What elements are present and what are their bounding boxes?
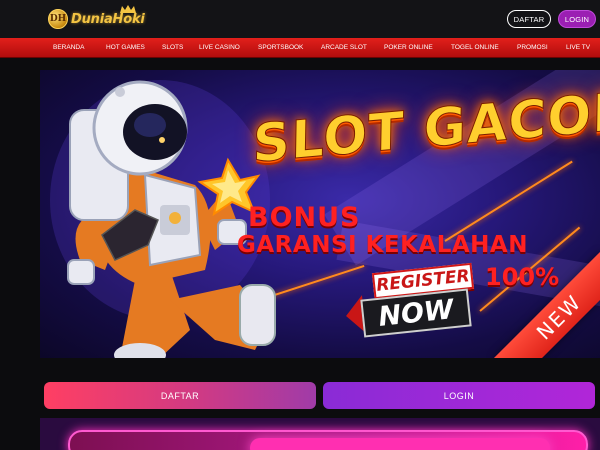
logo[interactable]: DH DuniaHoki: [48, 5, 145, 30]
nav-item-slots[interactable]: SLOTS: [162, 38, 183, 58]
nav-item-live-casino[interactable]: LIVE CASINO: [199, 38, 240, 58]
logo-badge-icon: DH: [48, 9, 68, 29]
neon-glow-bar: [250, 438, 550, 450]
nav-item-beranda[interactable]: BERANDA: [53, 38, 84, 58]
new-ribbon-label: NEW: [531, 289, 587, 345]
header-daftar-button[interactable]: DAFTAR: [507, 10, 551, 28]
astronaut-illustration: [50, 80, 276, 358]
daftar-button[interactable]: DAFTAR: [44, 382, 316, 409]
main-nav: BERANDA HOT GAMES SLOTS LIVE CASINO SPOR…: [0, 38, 600, 58]
banner-percent-text: 100%: [485, 263, 560, 291]
header-login-button[interactable]: LOGIN: [558, 10, 596, 28]
site-header: DH DuniaHoki DAFTAR LOGIN: [0, 0, 600, 38]
login-button[interactable]: LOGIN: [323, 382, 595, 409]
now-label: NOW: [376, 293, 456, 333]
banner-bonus-text: BONUS: [248, 202, 361, 233]
banner-garansi-text: GARANSI KEKALAHAN: [237, 232, 528, 258]
nav-item-promosi[interactable]: PROMOSI: [517, 38, 548, 58]
nav-item-live-tv[interactable]: LIVE TV: [566, 38, 590, 58]
nav-item-sportsbook[interactable]: SPORTSBOOK: [258, 38, 303, 58]
neon-banner-teaser[interactable]: [40, 418, 600, 450]
nav-item-arcade-slot[interactable]: ARCADE SLOT: [321, 38, 367, 58]
nav-item-togel-online[interactable]: TOGEL ONLINE: [451, 38, 499, 58]
logo-badge-text: DH: [49, 14, 67, 24]
nav-item-hot-games[interactable]: HOT GAMES: [106, 38, 145, 58]
promo-banner[interactable]: SLOT GACOR BONUS GARANSI KEKALAHAN 100% …: [40, 70, 600, 358]
crown-icon: [120, 5, 136, 13]
nav-item-poker-online[interactable]: POKER ONLINE: [384, 38, 433, 58]
logo-text: DuniaHoki: [71, 11, 145, 27]
